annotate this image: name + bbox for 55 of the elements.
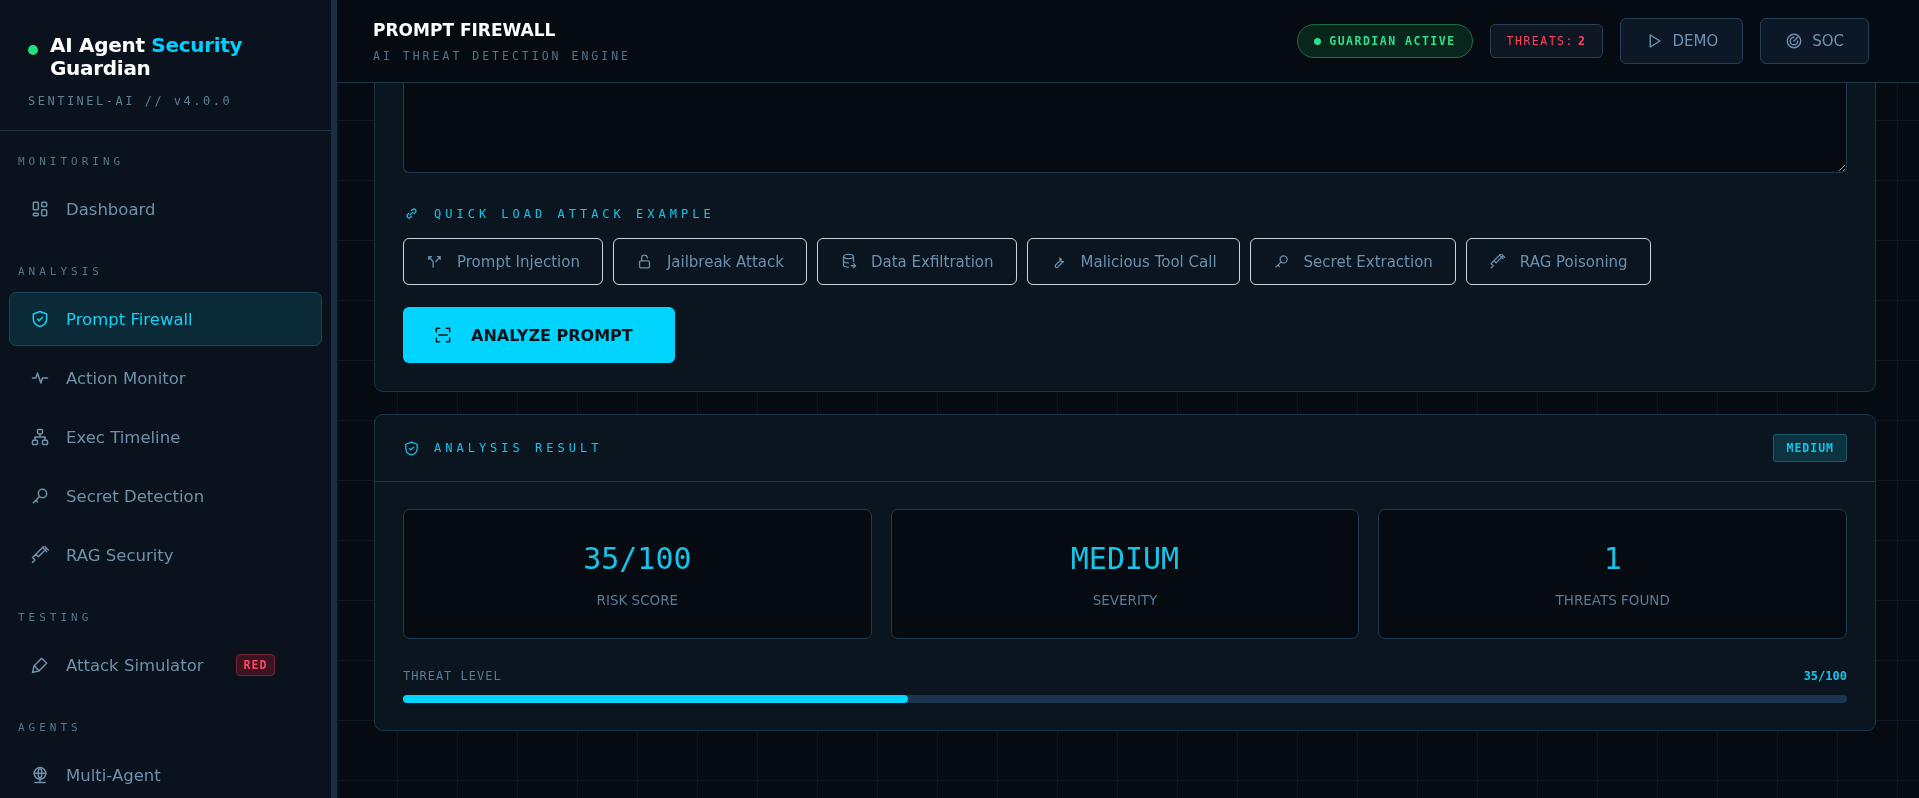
scan-icon [433, 325, 453, 345]
example-button[interactable]: Malicious Tool Call [1026, 238, 1240, 285]
example-button[interactable]: Prompt Injection [403, 238, 603, 285]
key-icon [30, 486, 50, 506]
shield-icon [30, 309, 50, 329]
sidebar-item[interactable]: Multi-Agent [9, 748, 322, 798]
sidebar-item[interactable]: Prompt Firewall [9, 292, 322, 346]
app-title: AI Agent Security Guardian [50, 34, 244, 80]
hierarchy-icon [30, 427, 50, 447]
example-button[interactable]: Jailbreak Attack [612, 238, 807, 285]
sidebar-item[interactable]: RAG Security [9, 528, 322, 582]
page-subtitle: AI THREAT DETECTION ENGINE [373, 48, 631, 63]
section-heading: QUICK LOAD ATTACK EXAMPLE [434, 206, 715, 221]
example-button[interactable]: Data Exfiltration [816, 238, 1017, 285]
sidebar-item[interactable]: Secret Detection [9, 469, 322, 523]
shield-icon [403, 439, 420, 457]
demo-button[interactable]: DEMO [1620, 18, 1744, 64]
section-label: TESTING [17, 610, 94, 626]
stat-value: MEDIUM [1070, 540, 1180, 576]
team-tag: RED [235, 654, 276, 676]
meter-reading: 35/100 [1803, 669, 1847, 683]
version-label: SENTINEL-AI // v4.0.0 [28, 94, 234, 108]
sidebar-item[interactable]: Action Monitor [9, 351, 322, 405]
split-arrow-icon [426, 253, 443, 270]
status-pill: GUARDIAN ACTIVE [1297, 24, 1473, 58]
section-label: ANALYSIS [17, 264, 104, 280]
pen-icon [30, 655, 50, 675]
severity-tag: MEDIUM [1773, 434, 1847, 462]
sidebar-item[interactable]: Attack Simulator RED [9, 638, 322, 692]
syringe-icon [1488, 253, 1506, 270]
dashboard-icon [30, 199, 50, 219]
soc-button[interactable]: SOC [1760, 18, 1869, 64]
page-title: PROMPT FIREWALL [373, 19, 557, 40]
meter-label: THREAT LEVEL [403, 669, 502, 683]
stat-label: RISK SCORE [596, 591, 679, 608]
stat-value: 35/100 [583, 540, 692, 576]
stat-value: 1 [1603, 540, 1622, 576]
stat-label: SEVERITY [1092, 591, 1158, 608]
section-label: MONITORING [17, 154, 126, 170]
stat-label: THREATS FOUND [1555, 591, 1670, 608]
globe-icon [30, 765, 50, 785]
analyze-button[interactable]: ANALYZE PROMPT [403, 307, 675, 363]
prompt-input-field[interactable] [403, 83, 1847, 173]
section-heading: ANALYSIS RESULT [434, 441, 603, 455]
status-dot [28, 45, 38, 55]
key-icon [1272, 253, 1290, 270]
sidebar-item[interactable]: Exec Timeline [9, 410, 322, 464]
radar-icon [1785, 32, 1804, 50]
section-label: AGENTS [17, 720, 83, 736]
example-button[interactable]: RAG Poisoning [1465, 238, 1651, 285]
sidebar-item[interactable]: Dashboard [9, 182, 322, 236]
threat-counter: THREATS: 2 [1489, 24, 1604, 58]
syringe-icon [30, 545, 50, 565]
link-icon [403, 205, 420, 222]
example-button[interactable]: Secret Extraction [1249, 238, 1456, 285]
